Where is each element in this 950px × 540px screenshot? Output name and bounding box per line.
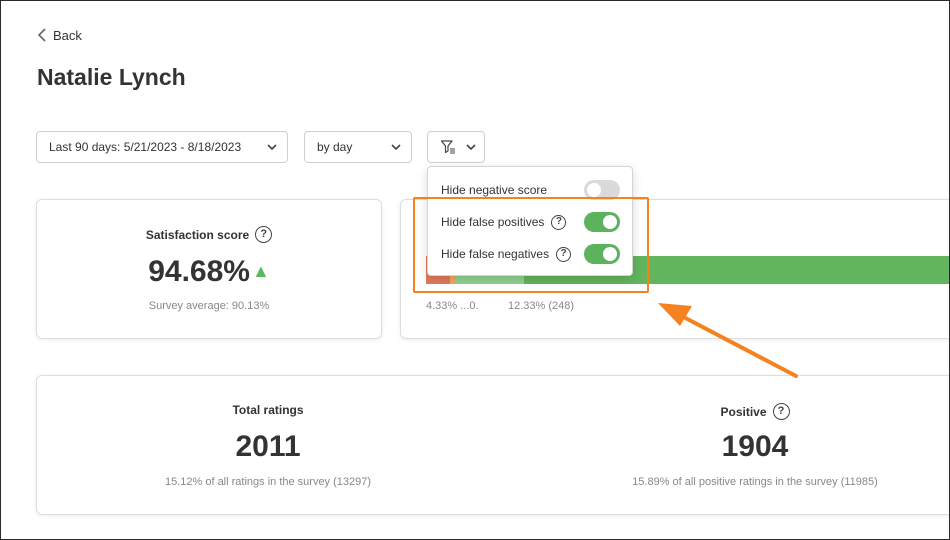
positive-header: Positive ?	[524, 403, 950, 420]
satisfaction-card: Satisfaction score ? 94.68% ▲ Survey aver…	[36, 199, 382, 339]
satisfaction-value-row: 94.68% ▲	[37, 255, 381, 289]
chevron-down-icon	[466, 143, 476, 150]
menu-item-label: Hide false negatives	[441, 247, 550, 261]
funnel-filter-icon	[440, 140, 455, 154]
total-ratings-value: 2011	[235, 430, 301, 463]
trend-up-icon: ▲	[251, 261, 270, 281]
menu-item-label: Hide negative score	[441, 183, 548, 197]
menu-item-hide-false-positives[interactable]: Hide false positives ?	[441, 210, 620, 234]
positive-label: Positive	[720, 404, 767, 419]
filter-options-menu: Hide negative score Hide false positives…	[427, 166, 633, 276]
satisfaction-label: Satisfaction score	[145, 227, 250, 242]
survey-average: Survey average: 90.13%	[148, 300, 270, 312]
menu-item-hide-false-negatives[interactable]: Hide false negatives ?	[441, 242, 620, 266]
satisfaction-value: 94.68%	[148, 255, 250, 288]
distribution-label-light-positive: 12.33% (248)	[508, 300, 575, 312]
hide-negative-score-toggle[interactable]	[584, 180, 620, 200]
date-range-value: Last 90 days: 5/21/2023 - 8/18/2023	[49, 140, 242, 154]
satisfaction-header: Satisfaction score ?	[37, 226, 381, 243]
help-icon[interactable]: ?	[556, 246, 572, 262]
total-ratings-block: Total ratings 2011 15.12% of all ratings…	[37, 376, 499, 516]
granularity-value: by day	[317, 140, 353, 154]
positive-subtext: 15.89% of all positive ratings in the su…	[632, 476, 878, 488]
granularity-select[interactable]: by day	[304, 131, 412, 163]
chevron-down-icon	[391, 143, 401, 150]
filter-options-button[interactable]	[427, 131, 485, 163]
help-icon[interactable]: ?	[551, 214, 567, 230]
chevron-left-icon	[37, 28, 46, 42]
help-icon[interactable]: ?	[772, 403, 790, 420]
date-range-select[interactable]: Last 90 days: 5/21/2023 - 8/18/2023	[36, 131, 288, 163]
toggle-knob	[587, 183, 601, 197]
back-link[interactable]: Back	[37, 27, 82, 43]
hide-false-positives-toggle[interactable]	[584, 212, 620, 232]
toggle-knob	[603, 215, 617, 229]
positive-value: 1904	[721, 430, 789, 463]
positive-block: Positive ? 1904 15.89% of all positive r…	[524, 376, 950, 516]
page-title: Natalie Lynch	[37, 64, 186, 90]
menu-item-hide-negative-score[interactable]: Hide negative score	[441, 178, 620, 202]
totals-card: Total ratings 2011 15.12% of all ratings…	[36, 375, 950, 515]
menu-item-label: Hide false positives	[441, 215, 545, 229]
chevron-down-icon	[267, 143, 277, 150]
help-icon[interactable]: ?	[255, 226, 273, 243]
hide-false-negatives-toggle[interactable]	[584, 244, 620, 264]
back-label: Back	[53, 27, 82, 43]
total-ratings-label: Total ratings	[232, 403, 304, 417]
total-ratings-subtext: 15.12% of all ratings in the survey (132…	[164, 476, 372, 488]
total-ratings-header: Total ratings	[37, 403, 499, 417]
distribution-label-negative: 4.33% ...0.	[426, 300, 479, 312]
toggle-knob	[603, 247, 617, 261]
